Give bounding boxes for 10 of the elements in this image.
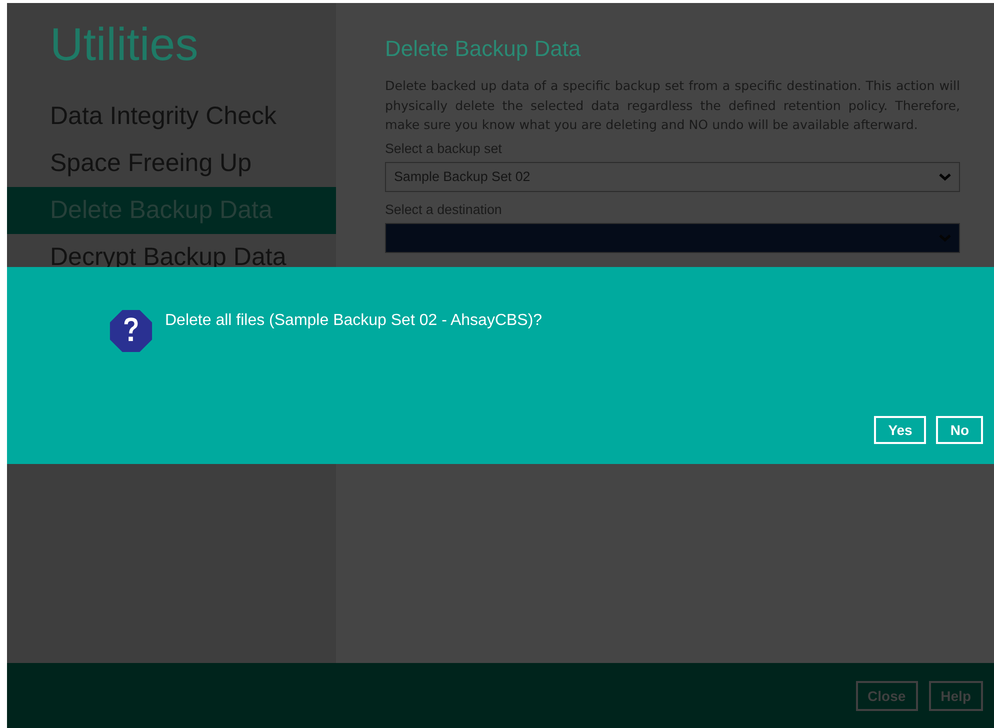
question-icon [108, 309, 154, 353]
dialog-message: Delete all files (Sample Backup Set 02 - AhsayCBS)? [165, 312, 542, 330]
dropdown-field[interactable] [385, 222, 960, 252]
footer-button[interactable]: Close [856, 680, 918, 710]
page-heading: Delete Backup Data [385, 36, 582, 62]
dialog-button[interactable]: Yes [874, 416, 926, 444]
chevron-down-icon [939, 172, 951, 180]
footer-button[interactable]: Help [928, 680, 983, 710]
dialog-button[interactable]: No [936, 416, 983, 444]
sidebar-title: Utilities [49, 17, 200, 71]
